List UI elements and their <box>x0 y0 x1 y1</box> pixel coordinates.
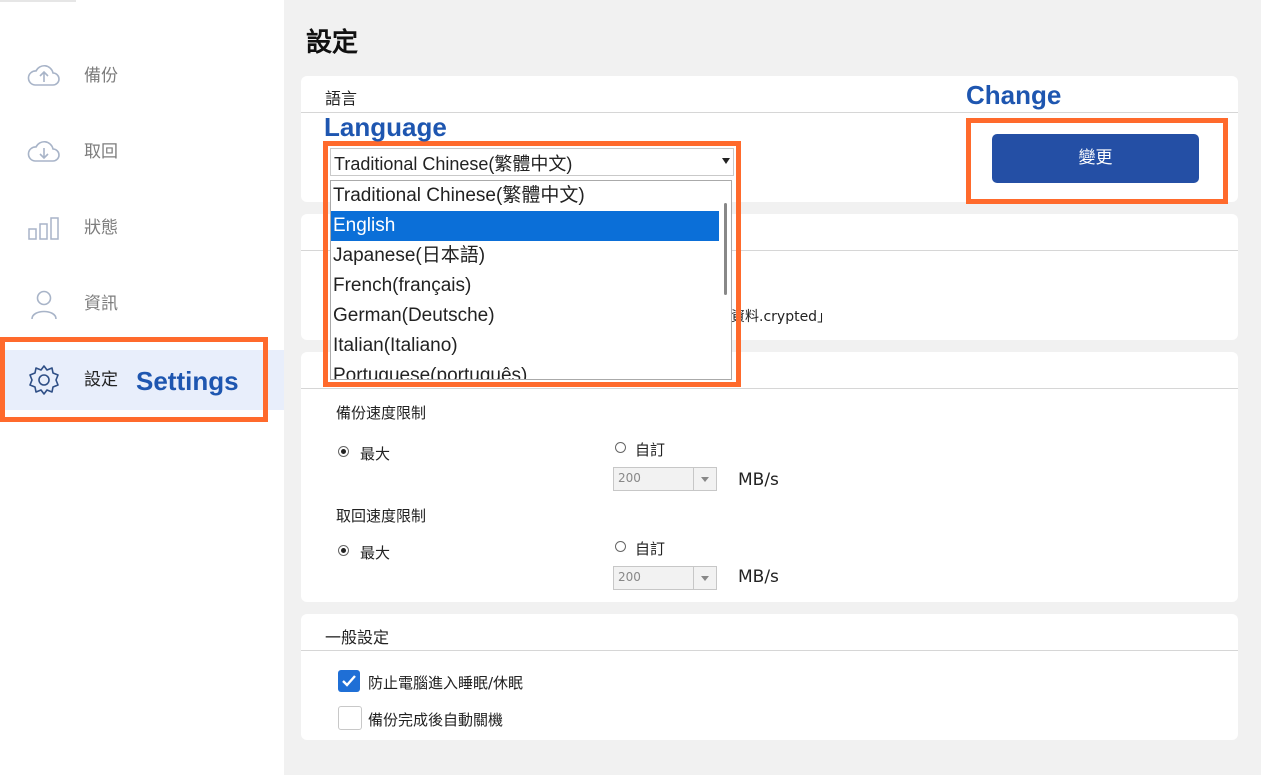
backup-speed-limit-label: 備份速度限制 <box>336 404 427 422</box>
restore-max-label: 最大 <box>360 544 391 562</box>
sidebar-item-label: 資訊 <box>84 294 118 314</box>
backup-speed-value: 200 <box>618 471 641 485</box>
restore-speed-select[interactable]: 200 <box>613 566 717 590</box>
sidebar-item-label: 取回 <box>84 142 118 162</box>
restore-custom-label: 自訂 <box>635 540 666 558</box>
auto-shutdown-checkbox[interactable] <box>338 706 362 730</box>
encrypted-filename-text: 資料.crypted」 <box>731 309 832 325</box>
change-highlight <box>966 118 1228 204</box>
settings-annotation: Settings <box>136 366 239 396</box>
backup-max-radio[interactable] <box>338 446 349 457</box>
sidebar-item-restore[interactable]: 取回 <box>0 122 284 182</box>
user-icon <box>26 287 62 321</box>
language-header: 語言 <box>325 89 358 108</box>
sidebar-item-info[interactable]: 資訊 <box>0 274 284 334</box>
sidebar-divider <box>0 0 76 2</box>
divider <box>301 388 1238 389</box>
sidebar-item-label: 狀態 <box>84 218 118 238</box>
page-title: 設定 <box>306 28 359 58</box>
backup-custom-radio[interactable] <box>615 442 626 453</box>
backup-custom-label: 自訂 <box>635 441 666 459</box>
language-annotation: Language <box>324 112 447 142</box>
backup-speed-select[interactable]: 200 <box>613 467 717 491</box>
chevron-down-icon <box>693 468 716 490</box>
general-settings-header: 一般設定 <box>325 628 390 647</box>
sidebar-item-status[interactable]: 狀態 <box>0 198 284 258</box>
backup-max-label: 最大 <box>360 445 391 463</box>
change-annotation: Change <box>966 80 1062 110</box>
sidebar-item-label: 備份 <box>84 66 118 86</box>
checkmark-icon <box>342 675 356 687</box>
auto-shutdown-label: 備份完成後自動關機 <box>368 711 504 729</box>
cloud-download-icon <box>26 135 62 169</box>
backup-speed-unit: MB/s <box>738 470 779 490</box>
restore-custom-radio[interactable] <box>615 541 626 552</box>
divider <box>301 650 1238 651</box>
bar-chart-icon <box>26 211 62 245</box>
prevent-sleep-label: 防止電腦進入睡眠/休眠 <box>368 674 524 692</box>
restore-speed-value: 200 <box>618 570 641 584</box>
cloud-upload-icon <box>26 59 62 93</box>
restore-max-radio[interactable] <box>338 545 349 556</box>
sidebar-item-backup[interactable]: 備份 <box>0 46 284 106</box>
restore-speed-limit-label: 取回速度限制 <box>336 507 427 525</box>
language-highlight <box>323 141 741 387</box>
restore-speed-unit: MB/s <box>738 567 779 587</box>
prevent-sleep-checkbox[interactable] <box>338 670 360 692</box>
chevron-down-icon <box>693 567 716 589</box>
